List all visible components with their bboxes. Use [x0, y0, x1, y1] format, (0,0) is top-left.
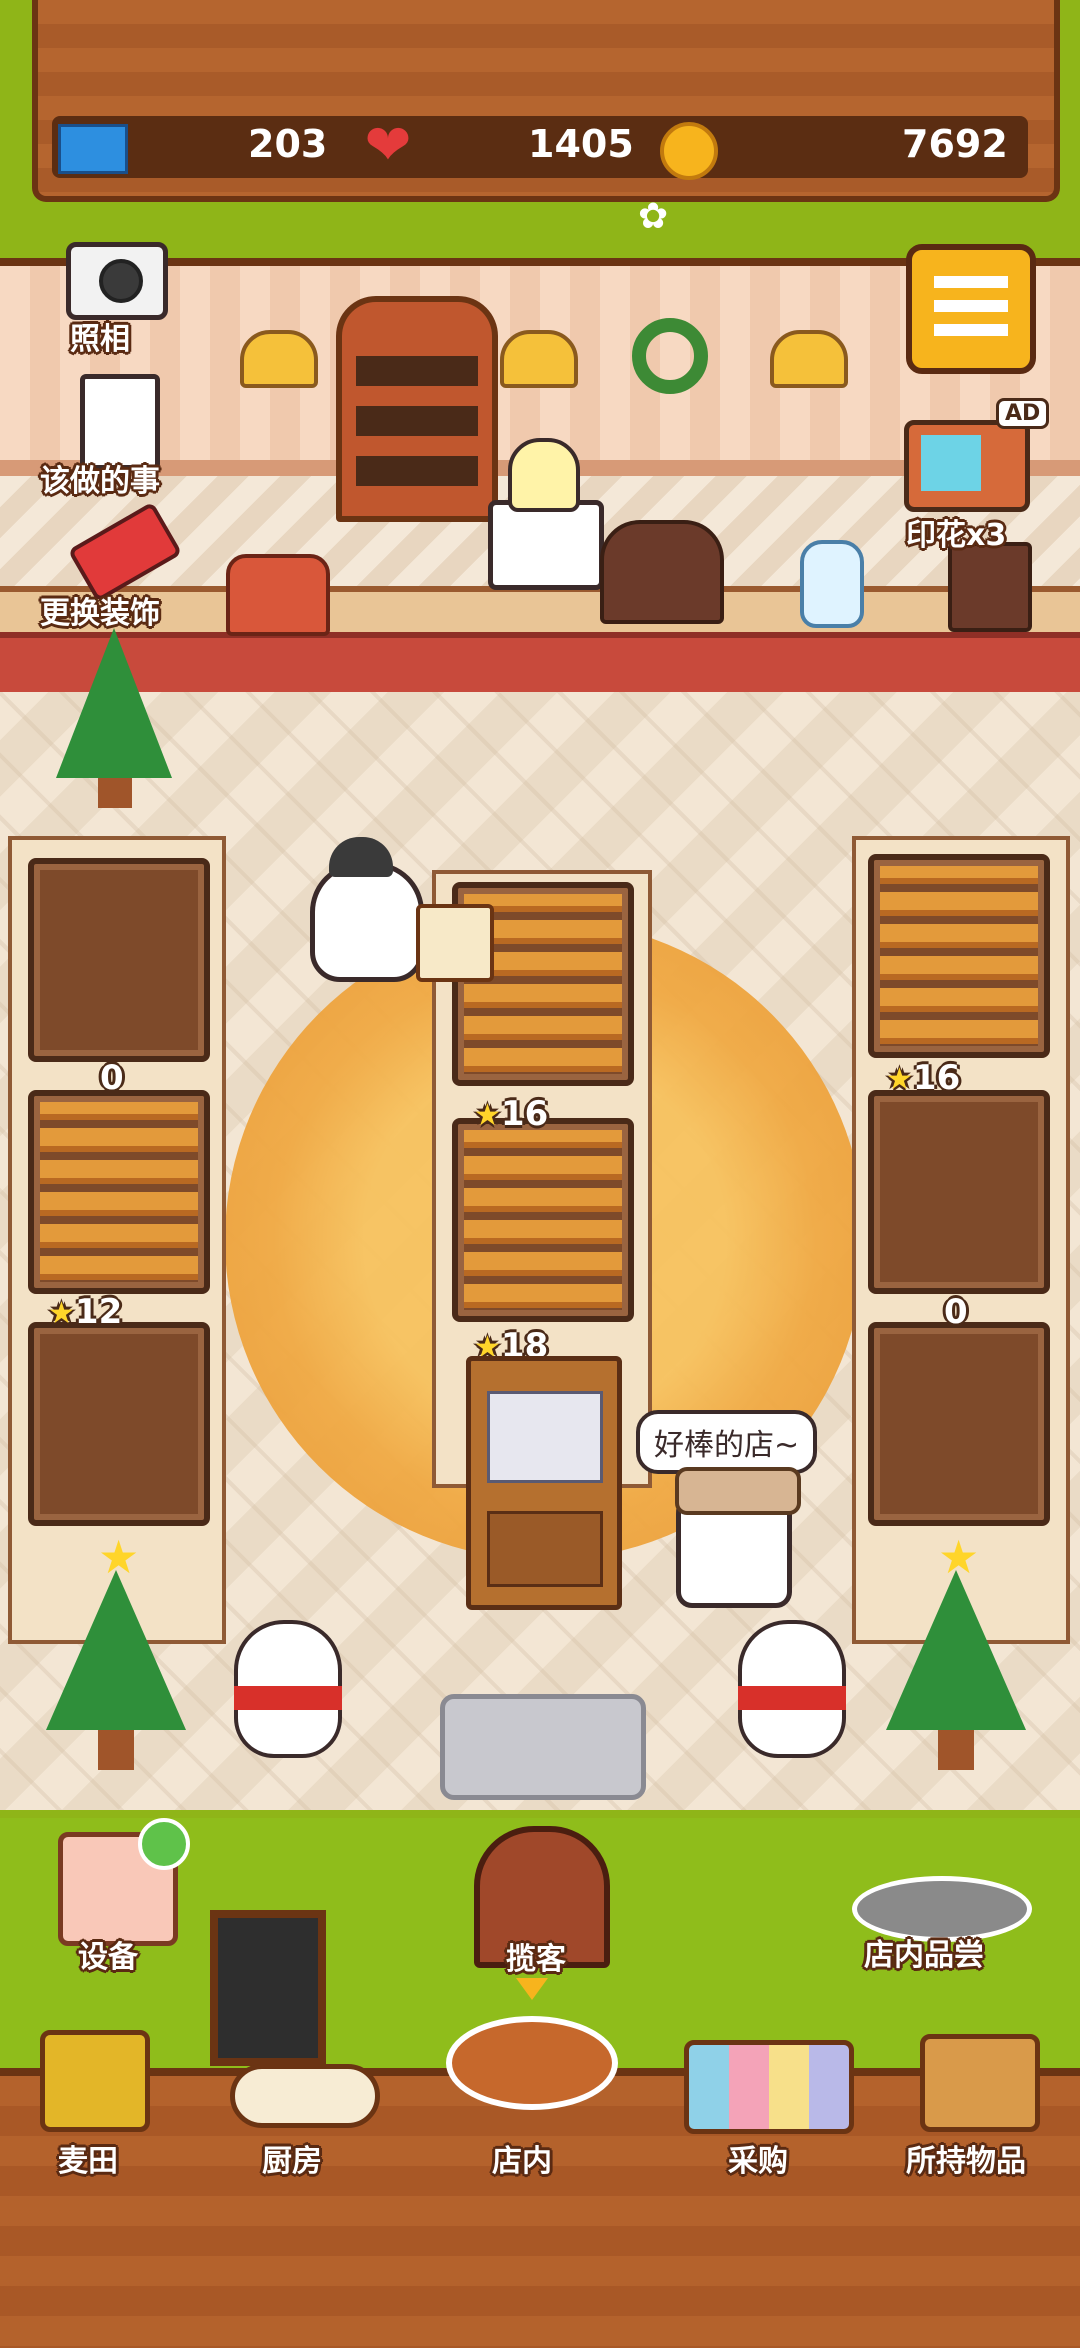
coins-value: 7692 — [902, 122, 1008, 166]
equipment-button[interactable]: 设备 — [52, 1818, 190, 1975]
rack-left-top[interactable] — [28, 858, 210, 1062]
star-icon: ★ — [474, 1098, 501, 1133]
photo-label: 照相 — [70, 322, 130, 357]
nav-kitchen-label: 厨房 — [262, 2144, 322, 2179]
photo-button[interactable]: 照相 — [60, 236, 170, 357]
flower-vase — [800, 540, 864, 628]
bread-cabinet[interactable] — [336, 296, 498, 522]
wheat-icon — [40, 2030, 150, 2132]
snowman-right — [738, 1620, 846, 1758]
rack-right-bottom-count: 0 — [944, 1292, 968, 1332]
tickets-value: 203 — [248, 122, 328, 166]
telephone-icon[interactable] — [226, 554, 330, 636]
ticket-icon — [58, 124, 128, 174]
christmas-tree-left: ★ — [46, 1530, 186, 1770]
todo-label: 该做的事 — [40, 464, 160, 499]
bread-tray — [416, 904, 494, 982]
nav-shop[interactable]: 店内 — [436, 1978, 622, 2179]
todo-button[interactable]: 该做的事 — [40, 370, 190, 500]
selected-indicator-icon — [516, 1978, 548, 2000]
nav-kitchen[interactable]: 厨房 — [220, 2030, 380, 2179]
attract-customers-button[interactable]: 揽客 — [466, 1826, 614, 1977]
rack-right-bottom[interactable] — [868, 1322, 1050, 1526]
baker-cat[interactable] — [310, 837, 424, 982]
nav-purchase-label: 采购 — [728, 2144, 788, 2179]
wreath-icon — [632, 318, 708, 394]
christmas-tree-small — [56, 628, 172, 808]
nav-inventory[interactable]: 所持物品 — [900, 2030, 1060, 2179]
decorate-label: 更换装饰 — [40, 596, 160, 631]
bread-loaf[interactable] — [600, 520, 724, 624]
ad-badge: AD — [996, 398, 1050, 429]
door-mat — [440, 1694, 646, 1800]
rack-right-top[interactable] — [868, 854, 1050, 1058]
nav-inventory-label: 所持物品 — [906, 2144, 1026, 2179]
rack-center-middle[interactable] — [452, 1118, 634, 1322]
toaster[interactable] — [488, 500, 604, 590]
flower-decoration: ✿ — [638, 196, 669, 237]
shop-stalls-icon — [684, 2040, 854, 2134]
ad-reward-label: 印花x3 — [906, 518, 1007, 553]
rack-left-middle-count: 0 — [100, 1058, 124, 1098]
star-icon: ★ — [886, 1062, 913, 1097]
upgrade-arrow-icon — [138, 1818, 190, 1870]
nav-wheat-field-label: 麦田 — [58, 2144, 118, 2179]
ad-reward-button[interactable]: AD 印花x3 — [896, 396, 1050, 553]
snowman-left — [234, 1620, 342, 1758]
nav-purchase[interactable]: 采购 — [670, 2030, 860, 2179]
equipment-label: 设备 — [78, 1940, 138, 1975]
heart-icon: ❤ — [364, 113, 412, 178]
menu-button[interactable] — [906, 244, 1036, 374]
attract-customers-label: 揽客 — [506, 1942, 566, 1977]
hat-icon — [675, 1467, 801, 1515]
customer-speech-bubble: 好棒的店~ — [636, 1410, 818, 1474]
cutlery-cabinet[interactable] — [466, 1356, 622, 1610]
dough-icon — [230, 2064, 380, 2128]
customer-cat[interactable] — [675, 1467, 801, 1608]
camera-icon — [66, 242, 168, 320]
tv-icon — [904, 420, 1030, 512]
christmas-tree-right: ★ — [886, 1530, 1026, 1770]
stats-bar: 203 ❤ 1405 7692 — [52, 113, 1028, 180]
star-icon: ★ — [48, 1296, 75, 1331]
rack-left-bottom-stars: ★12 — [48, 1292, 123, 1332]
rack-left-middle[interactable] — [28, 1090, 210, 1294]
bread-basket-icon — [446, 2016, 618, 2110]
shop-tasting-button[interactable]: 店内品尝 — [842, 1832, 1038, 1973]
decorate-button[interactable]: 更换装饰 — [40, 501, 200, 636]
hearts-value: 1405 — [528, 122, 634, 166]
rack-center-middle-stars: ★16 — [474, 1094, 549, 1134]
shop-tasting-label: 店内品尝 — [864, 1938, 984, 1973]
hamburger-icon — [934, 276, 1008, 336]
bird-character[interactable] — [508, 438, 580, 512]
coffee-grinder — [948, 542, 1032, 632]
rack-right-middle-stars: ★16 — [886, 1058, 961, 1098]
coin-icon — [660, 122, 718, 180]
lamp-icon — [500, 330, 578, 388]
nav-wheat-field[interactable]: 麦田 — [26, 2030, 166, 2179]
rack-right-middle[interactable] — [868, 1090, 1050, 1294]
rack-left-bottom[interactable] — [28, 1322, 210, 1526]
box-icon — [920, 2034, 1040, 2132]
lamp-icon — [240, 330, 318, 388]
nav-shop-label: 店内 — [492, 2144, 552, 2179]
lamp-icon — [770, 330, 848, 388]
